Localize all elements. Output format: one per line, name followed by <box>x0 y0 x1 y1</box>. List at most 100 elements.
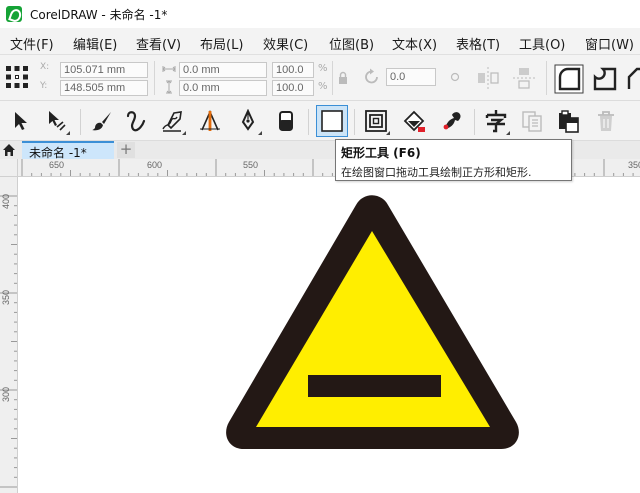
height-icon <box>166 80 172 94</box>
dimension-tool[interactable] <box>194 105 226 137</box>
chamfered-corner-icon[interactable] <box>626 66 640 92</box>
ruler-label: 300 <box>1 386 11 402</box>
separator <box>308 109 309 135</box>
paste-icon <box>559 110 579 133</box>
menu-layout[interactable]: 布局(L) <box>200 34 243 53</box>
round-corner-icon[interactable] <box>554 64 584 94</box>
warning-triangle-artwork[interactable] <box>19 178 640 493</box>
menu-edit[interactable]: 编辑(E) <box>73 34 117 53</box>
drawing-canvas[interactable] <box>19 178 640 493</box>
add-tab-button[interactable]: + <box>117 142 135 158</box>
contour-tool-icon <box>365 110 387 132</box>
ruler-label: 400 <box>1 193 11 209</box>
ruler-label: 550 <box>243 160 259 170</box>
home-icon[interactable] <box>2 143 16 157</box>
copy-properties-icon <box>522 111 542 132</box>
eraser-tool[interactable] <box>270 105 302 137</box>
menu-view[interactable]: 查看(V) <box>136 34 181 53</box>
pick-tool[interactable] <box>4 105 36 137</box>
interactive-fill-tool[interactable] <box>398 105 430 137</box>
pen-icon <box>241 109 255 131</box>
title-bar: CorelDRAW - 未命名 -1* <box>0 0 640 28</box>
shape-tool[interactable] <box>40 105 72 137</box>
freehand-tool[interactable] <box>120 105 152 137</box>
ruler-label: 650 <box>49 160 65 170</box>
flyout-arrow-icon <box>386 131 390 135</box>
scale-y-unit: % <box>318 81 328 92</box>
shape-tool-icon <box>49 111 66 131</box>
menu-file[interactable]: 文件(F) <box>10 34 54 53</box>
dimension-icon <box>200 110 220 131</box>
x-label: X: <box>40 62 50 72</box>
document-tab[interactable]: 未命名 -1* <box>22 141 114 160</box>
menu-bar: 文件(F) 编辑(E) 查看(V) 布局(L) 效果(C) 位图(B) 文本(X… <box>0 28 640 55</box>
toolbox <box>0 101 640 141</box>
height-field[interactable]: 0.0 mm <box>179 80 267 96</box>
pick-tool-icon <box>15 112 27 130</box>
scale-y-field[interactable]: 100.0 <box>272 80 314 96</box>
vertical-ruler[interactable]: 400 350 300 <box>0 177 18 493</box>
separator <box>332 61 333 95</box>
flyout-arrow-icon <box>182 131 186 135</box>
tooltip-description: 在绘图窗口拖动工具绘制正方形和矩形. <box>341 166 532 179</box>
width-icon <box>162 66 176 72</box>
window-title: CorelDRAW - 未命名 -1* <box>30 8 168 22</box>
flyout-arrow-icon <box>66 131 70 135</box>
text-tool[interactable] <box>480 105 512 137</box>
mirror-vertical-icon[interactable] <box>511 65 537 91</box>
y-label: Y: <box>40 81 48 91</box>
copy-properties-tool[interactable] <box>516 105 548 137</box>
y-position-field[interactable]: 148.505 mm <box>60 80 148 96</box>
property-bar: X: Y: 105.071 mm 148.505 mm 0.0 mm 0.0 m… <box>0 55 640 101</box>
tooltip-title: 矩形工具 (F6) <box>341 146 421 160</box>
scale-x-unit: % <box>318 63 328 74</box>
rotate-icon <box>365 68 378 84</box>
ruler-corner[interactable] <box>0 159 18 177</box>
menu-tools[interactable]: 工具(O) <box>519 34 565 53</box>
coreldraw-logo-icon <box>6 6 22 22</box>
rectangle-tool[interactable] <box>316 105 348 137</box>
minus-bar[interactable] <box>308 375 441 397</box>
ruler-label: 350 <box>1 289 11 305</box>
interactive-fill-icon <box>403 110 425 132</box>
x-position-field[interactable]: 105.071 mm <box>60 62 148 78</box>
color-eyedropper-tool[interactable] <box>436 105 468 137</box>
vertical-ruler-ticks <box>0 195 17 488</box>
separator <box>546 61 547 95</box>
menu-bitmaps[interactable]: 位图(B) <box>329 34 374 53</box>
artistic-media-tool[interactable] <box>86 105 118 137</box>
paste-tool[interactable] <box>552 105 584 137</box>
artistic-media-icon <box>92 112 111 131</box>
delete-tool[interactable] <box>590 105 622 137</box>
rectangle-tool-tooltip: 矩形工具 (F6) 在绘图窗口拖动工具绘制正方形和矩形. <box>335 139 572 181</box>
lock-ratio-icon[interactable] <box>338 71 348 85</box>
menu-text[interactable]: 文本(X) <box>392 34 437 53</box>
smart-drawing-tool[interactable] <box>156 105 188 137</box>
eraser-icon <box>279 111 293 131</box>
color-eyedropper-icon <box>443 112 461 130</box>
ruler-label: 350 <box>628 160 640 170</box>
separator <box>154 61 155 95</box>
pen-tool[interactable] <box>232 105 264 137</box>
menu-window[interactable]: 窗口(W) <box>585 34 634 53</box>
scale-x-field[interactable]: 100.0 <box>272 62 314 78</box>
delete-icon <box>598 111 614 131</box>
separator <box>354 109 355 135</box>
angle-unit-icon <box>450 72 460 82</box>
rectangle-tool-icon <box>321 110 343 132</box>
freehand-icon <box>126 111 146 132</box>
flyout-arrow-icon <box>258 131 262 135</box>
object-origin-icon[interactable] <box>5 65 29 89</box>
separator <box>474 109 475 135</box>
scalloped-corner-icon[interactable] <box>592 66 618 92</box>
flyout-arrow-icon <box>506 131 510 135</box>
mirror-horizontal-icon[interactable] <box>475 65 501 91</box>
angle-field[interactable]: 0.0 <box>386 68 436 86</box>
menu-table[interactable]: 表格(T) <box>456 34 500 53</box>
ruler-label: 600 <box>147 160 163 170</box>
menu-effects[interactable]: 效果(C) <box>263 34 308 53</box>
width-field[interactable]: 0.0 mm <box>179 62 267 78</box>
text-tool-icon <box>485 110 507 133</box>
smart-drawing-icon <box>162 111 182 132</box>
contour-tool[interactable] <box>360 105 392 137</box>
